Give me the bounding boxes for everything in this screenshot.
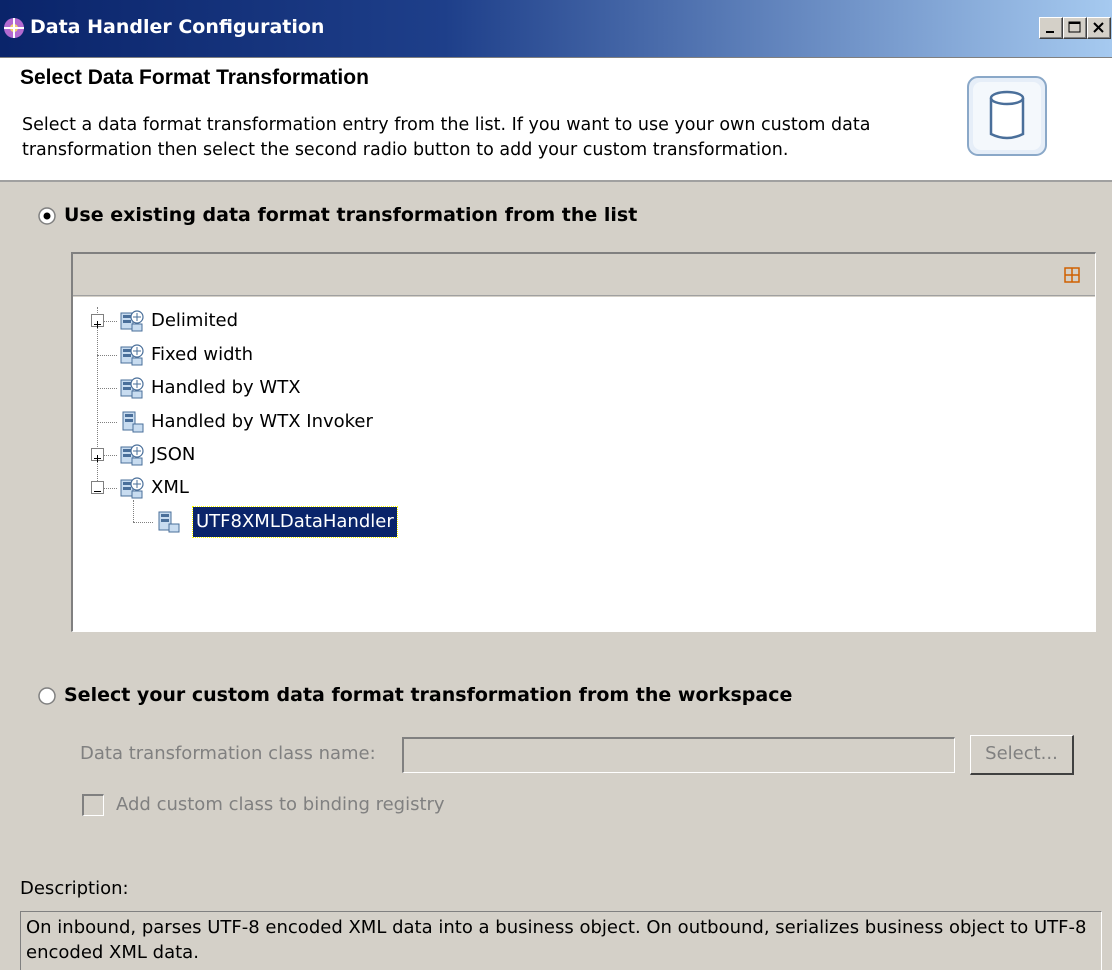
tree-item-label: Delimited — [151, 310, 239, 331]
tree-item-fixed-width[interactable]: Fixed width — [73, 340, 473, 370]
use-existing-label[interactable]: Use existing data format transformation … — [64, 204, 637, 226]
expand-json-icon[interactable] — [91, 448, 104, 462]
tree-item-delimited[interactable]: Delimited — [73, 306, 473, 336]
add-to-registry-label: Add custom class to binding registry — [116, 794, 445, 815]
select-custom-label[interactable]: Select your custom data format transform… — [64, 684, 792, 706]
description-label: Description: — [20, 878, 129, 899]
close-button[interactable] — [1087, 17, 1111, 39]
transformation-tree-panel: Delimited Fixed width Handled by WTX Han… — [71, 252, 1096, 632]
use-existing-radio[interactable] — [38, 207, 56, 225]
data-handler-group-icon — [120, 344, 144, 366]
tree-list[interactable]: Delimited Fixed width Handled by WTX Han… — [73, 297, 1095, 632]
tree-toolbar — [73, 254, 1095, 296]
expand-all-icon[interactable] — [1063, 266, 1081, 284]
maximize-icon — [1068, 21, 1081, 33]
tree-item-label: Handled by WTX — [151, 377, 301, 398]
tree-item-json[interactable]: JSON — [73, 440, 473, 470]
tree-item-label: Fixed width — [151, 344, 253, 365]
tree-item-label: Handled by WTX Invoker — [151, 411, 373, 432]
collapse-xml-icon[interactable] — [91, 481, 104, 494]
class-name-label: Data transformation class name: — [80, 743, 376, 764]
select-button[interactable]: Select... — [970, 735, 1074, 775]
tree-item-label: JSON — [151, 444, 196, 465]
data-handler-group-icon — [120, 477, 144, 499]
tree-item-utf8xmldatahandler[interactable]: UTF8XMLDataHandler — [73, 506, 473, 538]
data-handler-group-icon — [120, 310, 144, 332]
description-text: On inbound, parses UTF-8 encoded XML dat… — [20, 911, 1102, 970]
data-handler-group-icon — [120, 377, 144, 399]
maximize-button[interactable] — [1063, 17, 1087, 39]
add-to-registry-checkbox[interactable] — [82, 794, 104, 816]
window-title: Data Handler Configuration — [30, 16, 325, 38]
minimize-icon — [1046, 31, 1054, 33]
data-handler-group-icon — [120, 444, 144, 466]
data-handler-icon — [158, 511, 180, 533]
tree-item-handled-by-wtx-invoker[interactable]: Handled by WTX Invoker — [73, 407, 473, 437]
header-description: Select a data format transformation entr… — [22, 115, 871, 160]
select-custom-radio[interactable] — [38, 687, 56, 705]
tree-item-xml[interactable]: XML — [73, 473, 473, 503]
tree-item-label: UTF8XMLDataHandler — [192, 506, 398, 538]
title-bar: Data Handler Configuration — [0, 0, 1112, 58]
class-name-input[interactable] — [402, 737, 955, 773]
data-handler-icon — [122, 411, 144, 433]
close-icon — [1093, 22, 1104, 33]
minimize-button[interactable] — [1039, 17, 1063, 39]
app-icon — [4, 18, 24, 38]
data-cylinder-icon — [967, 76, 1047, 156]
tree-item-label: XML — [151, 477, 189, 498]
expand-delimited-icon[interactable] — [91, 314, 104, 328]
page-title: Select Data Format Transformation — [20, 66, 369, 89]
tree-item-handled-by-wtx[interactable]: Handled by WTX — [73, 373, 473, 403]
